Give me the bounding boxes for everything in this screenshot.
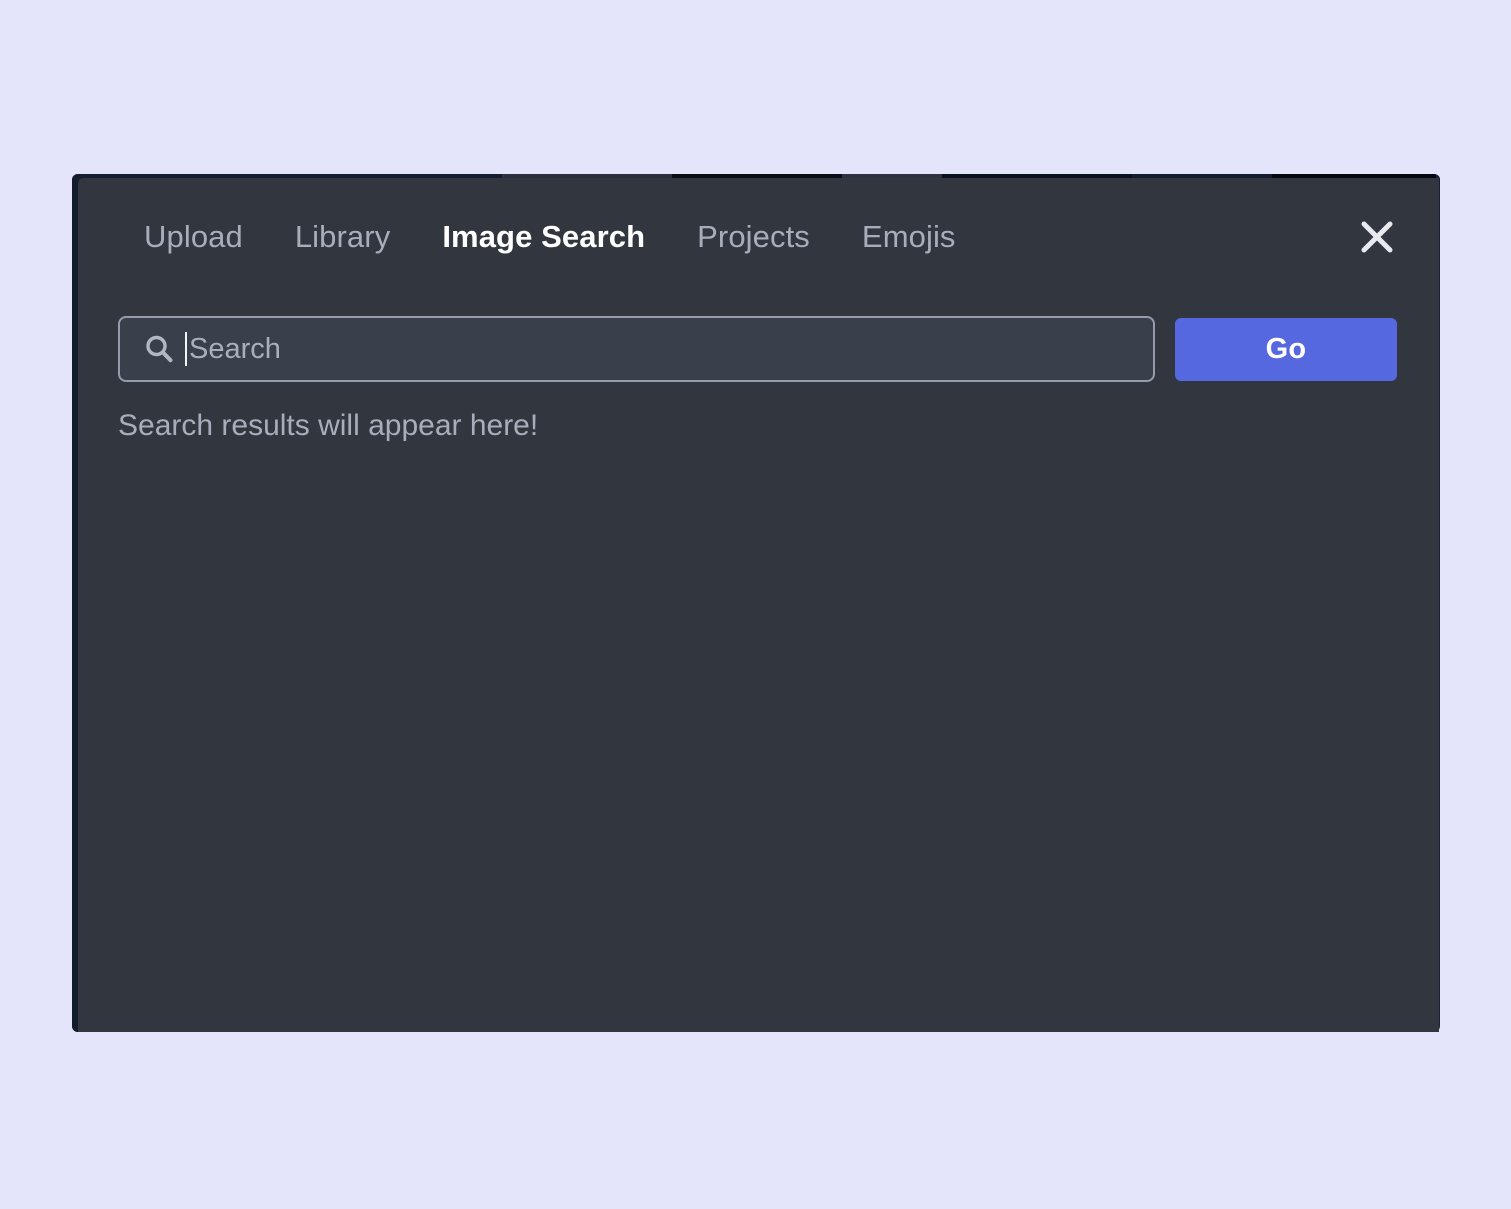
results-placeholder-text: Search results will appear here!	[118, 409, 539, 442]
search-row: Go	[118, 315, 1399, 383]
text-caret	[185, 332, 187, 366]
image-search-modal: Upload Library Image Search Projects Emo…	[78, 178, 1439, 1032]
tab-emojis[interactable]: Emojis	[836, 216, 982, 258]
tab-upload[interactable]: Upload	[118, 216, 269, 258]
close-icon[interactable]	[1354, 214, 1400, 260]
search-field-wrapper[interactable]	[118, 316, 1155, 382]
tab-projects[interactable]: Projects	[671, 216, 836, 258]
search-input[interactable]	[189, 318, 1153, 380]
modal-tabbar: Upload Library Image Search Projects Emo…	[78, 178, 1439, 296]
results-area: Search results will appear here!	[118, 408, 1399, 1032]
tab-image-search[interactable]: Image Search	[416, 216, 671, 258]
tab-library[interactable]: Library	[269, 216, 416, 258]
go-button[interactable]: Go	[1175, 317, 1397, 381]
search-icon	[142, 332, 176, 366]
tab-list: Upload Library Image Search Projects Emo…	[118, 216, 982, 258]
